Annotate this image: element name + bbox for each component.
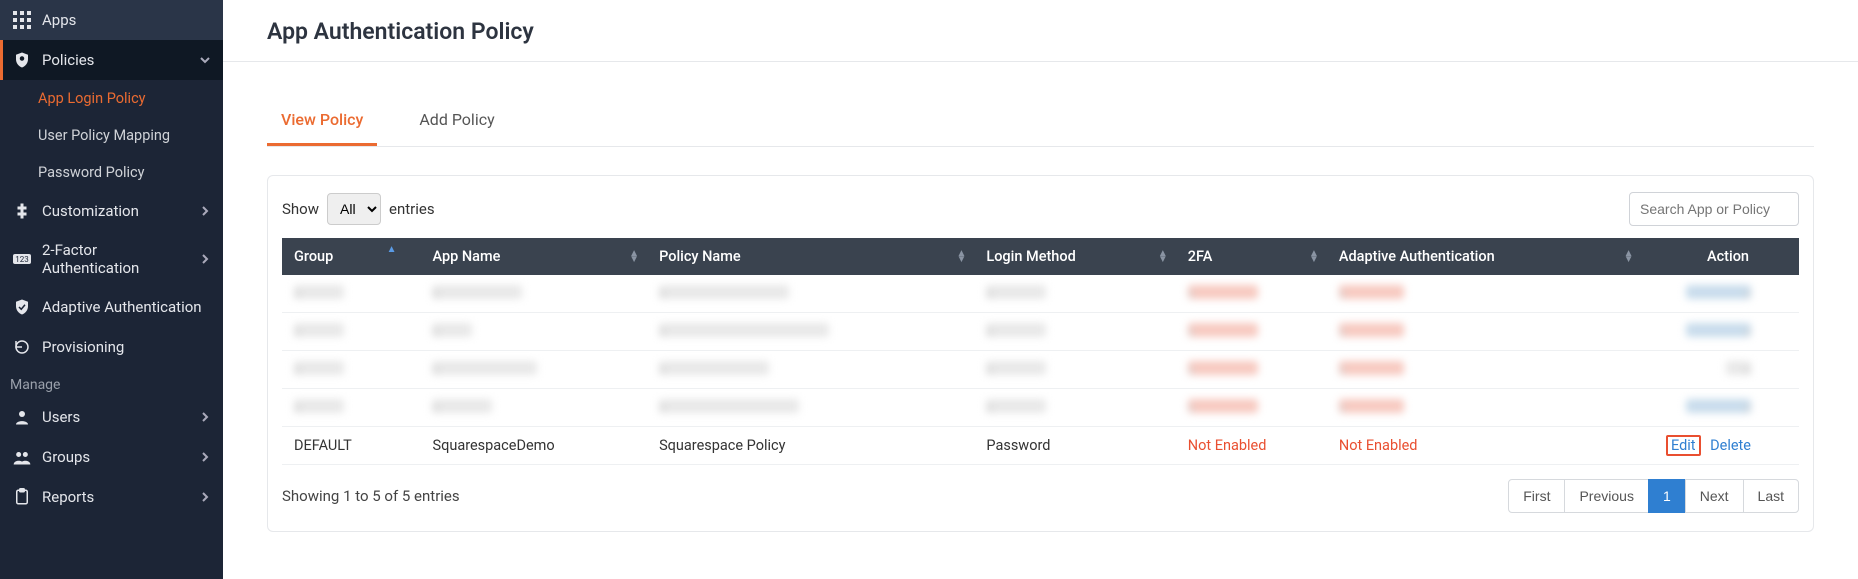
delete-link[interactable]: Delete [1710, 437, 1751, 454]
chevron-down-icon [199, 54, 211, 66]
sort-icon: ▲▼ [1158, 251, 1168, 263]
sidebar-sub-label: User Policy Mapping [38, 127, 170, 144]
sidebar-item-reports[interactable]: Reports [0, 477, 223, 517]
chevron-right-icon [199, 253, 211, 265]
col-group[interactable]: Group ▲ [282, 238, 420, 275]
edit-link[interactable]: Edit [1666, 435, 1701, 456]
page-next[interactable]: Next [1685, 479, 1744, 513]
cell-adaptive: Not Enabled [1327, 427, 1642, 465]
show-label: Show [282, 200, 319, 218]
table-footer: Showing 1 to 5 of 5 entries First Previo… [282, 479, 1799, 513]
divider [223, 61, 1858, 62]
group-icon [12, 447, 32, 467]
entries-label: entries [389, 200, 435, 218]
sort-icon: ▲▼ [629, 251, 639, 263]
sidebar-item-label: Groups [42, 448, 90, 466]
sidebar-item-label: Apps [42, 11, 76, 29]
sync-icon [12, 337, 32, 357]
sort-icon: ▲▼ [1624, 251, 1634, 263]
chevron-right-icon [199, 411, 211, 423]
page-previous[interactable]: Previous [1564, 479, 1648, 513]
sidebar-item-label: 2-Factor Authentication [42, 241, 189, 277]
sidebar: Apps Policies App Login Policy User Poli… [0, 0, 223, 579]
sidebar-item-provisioning[interactable]: Provisioning [0, 327, 223, 367]
pagination: First Previous 1 Next Last [1509, 479, 1799, 513]
entries-select[interactable]: All [327, 193, 381, 225]
table-row: x x x x x x x [282, 313, 1799, 351]
cell-policy: Squarespace Policy [647, 427, 974, 465]
sidebar-sub-label: App Login Policy [38, 90, 146, 107]
cell-app: SquarespaceDemo [420, 427, 647, 465]
apps-icon [12, 10, 32, 30]
sort-asc-icon: ▲ [387, 244, 397, 255]
sidebar-item-2fa[interactable]: 123 2-Factor Authentication [0, 231, 223, 287]
table-row: x x x x x x x [282, 275, 1799, 313]
sidebar-item-users[interactable]: Users [0, 397, 223, 437]
page-first[interactable]: First [1508, 479, 1565, 513]
search-input[interactable] [1629, 192, 1799, 226]
sidebar-sub-label: Password Policy [38, 164, 144, 181]
sidebar-sub-user-policy-mapping[interactable]: User Policy Mapping [0, 117, 223, 154]
table-row: DEFAULT SquarespaceDemo Squarespace Poli… [282, 427, 1799, 465]
tab-view-policy[interactable]: View Policy [267, 110, 377, 146]
entries-info: Showing 1 to 5 of 5 entries [282, 487, 460, 505]
col-app-name[interactable]: App Name ▲▼ [420, 238, 647, 275]
sidebar-item-customization[interactable]: Customization [0, 191, 223, 231]
clipboard-icon [12, 487, 32, 507]
cell-login: Password [974, 427, 1175, 465]
sidebar-item-label: Customization [42, 202, 139, 220]
cell-group: DEFAULT [282, 427, 420, 465]
table-row: x x x x x x x [282, 351, 1799, 389]
table-row: x x x x x x x [282, 389, 1799, 427]
puzzle-icon [12, 201, 32, 221]
svg-text:123: 123 [15, 255, 29, 264]
sidebar-item-adaptive-auth[interactable]: Adaptive Authentication [0, 287, 223, 327]
table-controls: Show All entries [282, 192, 1799, 226]
sidebar-item-apps[interactable]: Apps [0, 0, 223, 40]
tabs: View Policy Add Policy [267, 110, 1814, 147]
sidebar-item-policies[interactable]: Policies [0, 40, 223, 80]
sidebar-item-label: Adaptive Authentication [42, 298, 202, 316]
sidebar-item-label: Users [42, 408, 80, 426]
col-login-method[interactable]: Login Method ▲▼ [974, 238, 1175, 275]
two-factor-icon: 123 [12, 249, 32, 269]
page-1[interactable]: 1 [1648, 479, 1686, 513]
sidebar-item-groups[interactable]: Groups [0, 437, 223, 477]
main-content: App Authentication Policy View Policy Ad… [223, 0, 1858, 579]
chevron-right-icon [199, 451, 211, 463]
chevron-right-icon [199, 491, 211, 503]
sidebar-item-label: Policies [42, 51, 94, 69]
col-adaptive[interactable]: Adaptive Authentication ▲▼ [1327, 238, 1642, 275]
sidebar-item-label: Provisioning [42, 338, 124, 356]
sidebar-section-manage: Manage [0, 367, 223, 397]
sidebar-sub-password-policy[interactable]: Password Policy [0, 154, 223, 191]
policy-table-panel: Show All entries Group ▲ App Name ▲▼ [267, 175, 1814, 532]
user-icon [12, 407, 32, 427]
sort-icon: ▲▼ [956, 251, 966, 263]
shield-icon [12, 50, 32, 70]
cell-2fa: Not Enabled [1176, 427, 1327, 465]
sort-icon: ▲▼ [1309, 251, 1319, 263]
tab-add-policy[interactable]: Add Policy [405, 110, 508, 146]
page-title: App Authentication Policy [267, 0, 1858, 61]
chevron-right-icon [199, 205, 211, 217]
shield-check-icon [12, 297, 32, 317]
col-2fa[interactable]: 2FA ▲▼ [1176, 238, 1327, 275]
policy-table: Group ▲ App Name ▲▼ Policy Name ▲▼ Login… [282, 238, 1799, 465]
col-action: Action [1642, 238, 1799, 275]
col-policy-name[interactable]: Policy Name ▲▼ [647, 238, 974, 275]
page-last[interactable]: Last [1743, 479, 1799, 513]
sidebar-item-label: Reports [42, 488, 94, 506]
sidebar-sub-app-login-policy[interactable]: App Login Policy [0, 80, 223, 117]
